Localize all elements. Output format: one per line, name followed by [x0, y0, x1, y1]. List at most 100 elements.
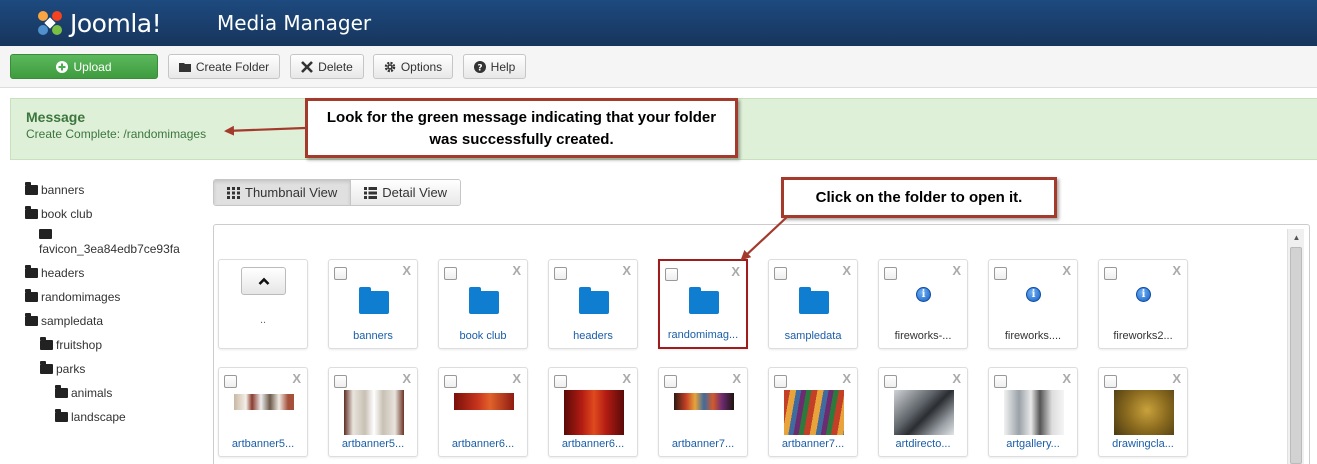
tree-item-book-club[interactable]: book club	[25, 206, 92, 221]
media-tile[interactable]: X i fireworks....	[988, 259, 1078, 349]
tree-item-banners[interactable]: banners	[25, 182, 84, 197]
upload-button[interactable]: Upload	[10, 54, 158, 79]
media-tile[interactable]: X book club	[438, 259, 528, 349]
delete-x-icon[interactable]: X	[952, 371, 961, 386]
media-label[interactable]: banners	[331, 330, 415, 342]
delete-x-icon[interactable]: X	[842, 371, 851, 386]
media-tile[interactable]: X artgallery...	[988, 367, 1078, 457]
page-title: Media Manager	[217, 11, 372, 35]
folder-up-tile[interactable]: ..	[218, 259, 308, 349]
media-tile[interactable]: X artbanner6...	[548, 367, 638, 457]
delete-x-icon[interactable]: X	[402, 371, 411, 386]
media-label[interactable]: artbanner6...	[551, 438, 635, 450]
select-checkbox[interactable]	[994, 267, 1007, 280]
media-tile[interactable]: X i fireworks-...	[878, 259, 968, 349]
delete-x-icon[interactable]: X	[1172, 371, 1181, 386]
select-checkbox[interactable]	[334, 375, 347, 388]
media-tile[interactable]: X banners	[328, 259, 418, 349]
media-tile[interactable]: X artbanner7...	[658, 367, 748, 457]
media-label[interactable]: fireworks....	[991, 330, 1075, 342]
media-label[interactable]: book club	[441, 330, 525, 342]
media-tile[interactable]: X drawingcla...	[1098, 367, 1188, 457]
media-label[interactable]: artdirecto...	[881, 438, 965, 450]
delete-x-icon[interactable]: X	[952, 263, 961, 278]
select-checkbox[interactable]	[884, 267, 897, 280]
tree-label: landscape	[71, 410, 126, 424]
tree-item-headers[interactable]: headers	[25, 265, 84, 280]
select-checkbox[interactable]	[884, 375, 897, 388]
select-checkbox[interactable]	[444, 375, 457, 388]
select-checkbox[interactable]	[664, 375, 677, 388]
media-label[interactable]: artgallery...	[991, 438, 1075, 450]
tree-item-landscape[interactable]: landscape	[55, 409, 126, 424]
media-tile-randomimages[interactable]: X randomimag...	[658, 259, 748, 349]
info-icon: i	[1136, 287, 1151, 302]
select-checkbox[interactable]	[334, 267, 347, 280]
tree-item-favicon[interactable]: favicon_3ea84edb7ce93fa	[39, 229, 184, 256]
tree-item-randomimages[interactable]: randomimages	[25, 289, 121, 304]
joomla-logo[interactable]: Joomla!	[34, 5, 162, 41]
media-label[interactable]: artbanner6...	[441, 438, 525, 450]
delete-x-icon[interactable]: X	[731, 264, 740, 279]
delete-x-icon[interactable]: X	[1062, 263, 1071, 278]
delete-x-icon[interactable]: X	[512, 371, 521, 386]
options-button[interactable]: Options	[373, 54, 453, 79]
folder-up-button[interactable]	[241, 267, 286, 295]
delete-button[interactable]: Delete	[290, 54, 364, 79]
tree-item-parks[interactable]: parks	[40, 361, 85, 376]
tree-item-fruitshop[interactable]: fruitshop	[40, 337, 102, 352]
delete-x-icon[interactable]: X	[842, 263, 851, 278]
media-tile[interactable]: X headers	[548, 259, 638, 349]
detail-view-button[interactable]: Detail View	[350, 180, 461, 205]
select-checkbox[interactable]	[554, 375, 567, 388]
select-checkbox[interactable]	[444, 267, 457, 280]
select-checkbox[interactable]	[1104, 375, 1117, 388]
media-label[interactable]: artbanner5...	[221, 438, 305, 450]
select-checkbox[interactable]	[774, 267, 787, 280]
select-checkbox[interactable]	[554, 267, 567, 280]
toolbar: Upload Create Folder Delete Options ? He…	[0, 46, 1317, 88]
help-label: Help	[490, 59, 516, 74]
media-tile[interactable]: X artbanner5...	[218, 367, 308, 457]
select-checkbox[interactable]	[665, 268, 678, 281]
delete-x-icon[interactable]: X	[512, 263, 521, 278]
delete-x-icon[interactable]: X	[1172, 263, 1181, 278]
media-label[interactable]: artbanner7...	[771, 438, 855, 450]
media-tile[interactable]: X artdirecto...	[878, 367, 968, 457]
delete-x-icon[interactable]: X	[402, 263, 411, 278]
media-label[interactable]: sampledata	[771, 330, 855, 342]
media-scrollbar[interactable]: ▲	[1287, 229, 1304, 464]
tree-label: randomimages	[41, 290, 121, 304]
upload-label: Upload	[73, 59, 112, 74]
help-button[interactable]: ? Help	[463, 54, 526, 79]
media-label[interactable]: fireworks2...	[1101, 330, 1185, 342]
media-label[interactable]: artbanner5...	[331, 438, 415, 450]
media-tile[interactable]: X artbanner6...	[438, 367, 528, 457]
thumbnail-view-button[interactable]: Thumbnail View	[214, 180, 351, 205]
media-label[interactable]: fireworks-...	[881, 330, 965, 342]
media-label[interactable]: drawingcla...	[1101, 438, 1185, 450]
folder-icon	[359, 287, 389, 314]
delete-x-icon[interactable]: X	[622, 371, 631, 386]
media-tile[interactable]: X sampledata	[768, 259, 858, 349]
delete-x-icon[interactable]: X	[622, 263, 631, 278]
media-tile[interactable]: X artbanner5...	[328, 367, 418, 457]
select-checkbox[interactable]	[774, 375, 787, 388]
delete-x-icon[interactable]: X	[1062, 371, 1071, 386]
delete-x-icon[interactable]: X	[292, 371, 301, 386]
scroll-up-arrow-icon[interactable]: ▲	[1288, 229, 1305, 245]
create-folder-button[interactable]: Create Folder	[168, 54, 280, 79]
delete-x-icon[interactable]: X	[732, 371, 741, 386]
media-label[interactable]: randomimag...	[662, 329, 744, 341]
select-checkbox[interactable]	[994, 375, 1007, 388]
select-checkbox[interactable]	[1104, 267, 1117, 280]
tree-item-sampledata[interactable]: sampledata	[25, 313, 103, 328]
scroll-thumb[interactable]	[1290, 247, 1302, 464]
info-icon: i	[1026, 287, 1041, 302]
select-checkbox[interactable]	[224, 375, 237, 388]
media-label[interactable]: headers	[551, 330, 635, 342]
tree-item-animals[interactable]: animals	[55, 385, 112, 400]
media-label[interactable]: artbanner7...	[661, 438, 745, 450]
media-tile[interactable]: X i fireworks2...	[1098, 259, 1188, 349]
media-tile[interactable]: X artbanner7...	[768, 367, 858, 457]
